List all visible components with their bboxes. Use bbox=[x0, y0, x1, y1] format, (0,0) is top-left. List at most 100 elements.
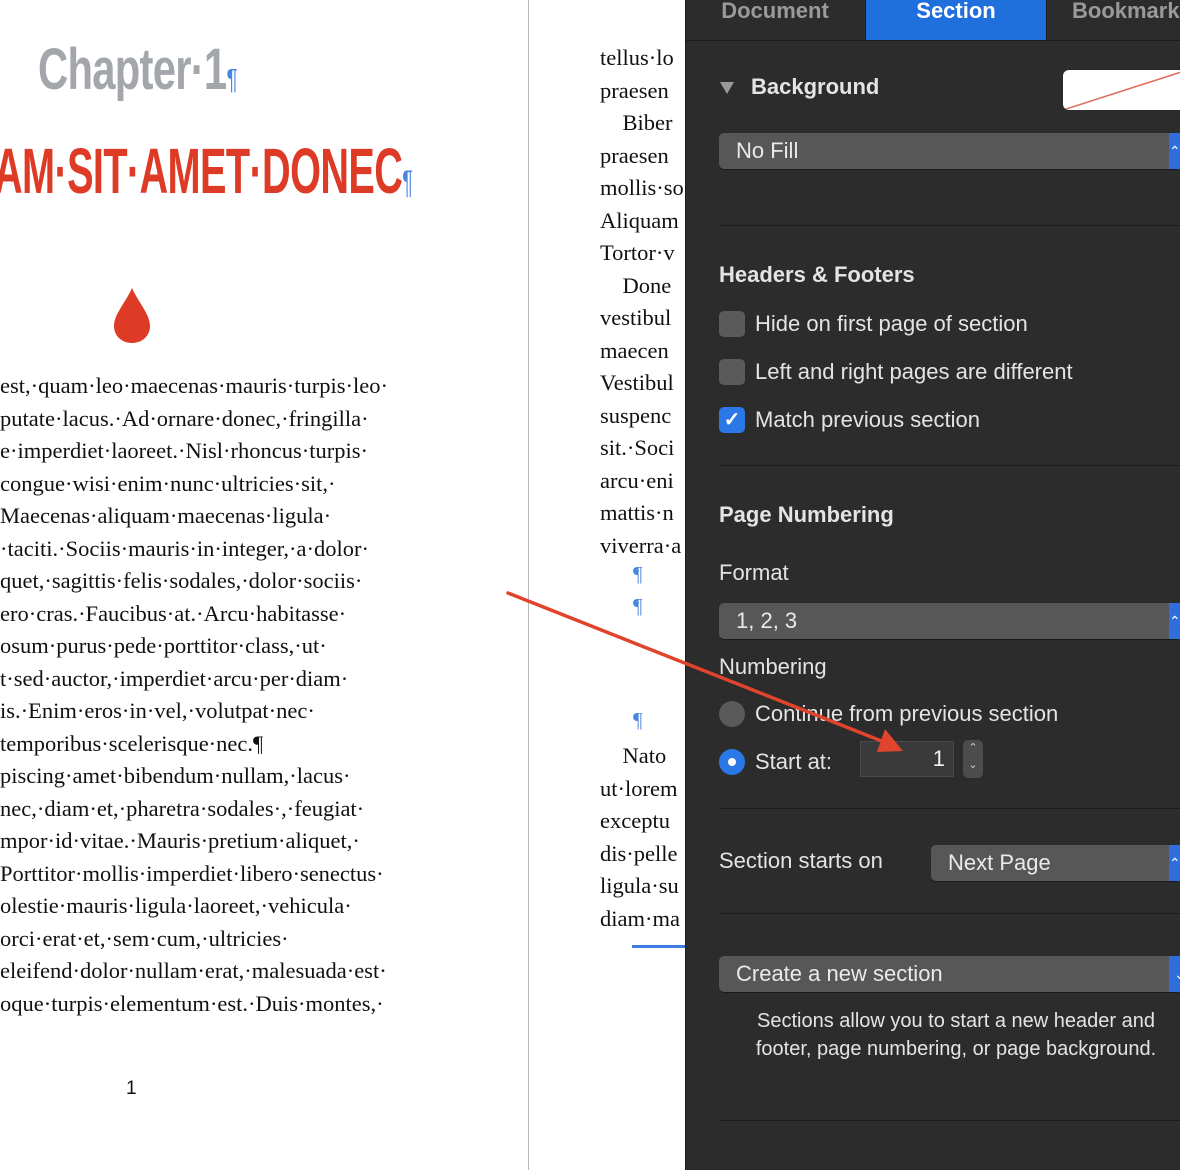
divider bbox=[719, 465, 1180, 466]
continue-previous-radio[interactable] bbox=[719, 701, 745, 727]
text-line: tellus·lo bbox=[600, 45, 674, 70]
chevron-updown-icon: ⌃⌄ bbox=[1169, 603, 1180, 639]
text-line: Maecenas·aliquam·maecenas·ligula· bbox=[0, 503, 332, 528]
chapter-title-text: AM·SIT·AMET·DONEC bbox=[0, 135, 403, 207]
text-line: dis·pelle bbox=[600, 840, 678, 866]
chapter-title: AM·SIT·AMET·DONEC¶ bbox=[0, 134, 413, 208]
text-line: Porttitor·mollis·imperdiet·libero·senect… bbox=[0, 860, 384, 886]
page-numbering-label: Page Numbering bbox=[719, 502, 894, 527]
pilcrow-mark: ¶ bbox=[633, 562, 643, 586]
background-label: Background bbox=[751, 74, 880, 99]
chapter-label-text: Chapter·1 bbox=[38, 37, 227, 102]
chevron-updown-icon: ⌃⌄ bbox=[1169, 133, 1180, 169]
background-color-swatch[interactable] bbox=[1063, 70, 1180, 110]
text-line: mpor·id·vitae.·Mauris·pretium·aliquet,· bbox=[0, 828, 360, 853]
text-line: maecen bbox=[600, 337, 669, 363]
text-line: praesen bbox=[600, 77, 669, 103]
text-line: arcu·eni bbox=[600, 467, 674, 493]
text-line: nec,·diam·et,·pharetra·sodales·,·feugiat… bbox=[0, 795, 365, 821]
start-at-label[interactable]: Start at: bbox=[755, 749, 832, 775]
text-line: ut·lorem bbox=[600, 775, 678, 801]
text-line: Nato bbox=[600, 743, 667, 768]
text-line: temporibus·scelerisque·nec.¶ bbox=[0, 730, 264, 756]
start-at-input[interactable]: 1 bbox=[860, 741, 954, 777]
continue-previous-label[interactable]: Continue from previous section bbox=[755, 701, 1058, 727]
chevron-down-icon: ⌄ bbox=[1169, 956, 1180, 992]
text-line: oque·turpis·elementum·est.·Duis·montes,· bbox=[0, 990, 384, 1016]
text-line: Tortor·v bbox=[600, 240, 675, 265]
divider bbox=[719, 225, 1180, 226]
tab-bookmark[interactable]: Bookmark bbox=[1046, 0, 1180, 40]
hide-first-page-checkbox[interactable] bbox=[719, 311, 745, 337]
text-line: ·taciti.·Sociis·mauris·in·integer,·a·dol… bbox=[0, 535, 369, 561]
text-line: suspenc bbox=[600, 402, 672, 428]
text-line: mattis·n bbox=[600, 500, 674, 525]
section-break-rule bbox=[632, 945, 685, 948]
text-line: putate·lacus.·Ad·ornare·donec,·fringilla… bbox=[0, 405, 369, 431]
text-line: eleifend·dolor·nullam·erat,·malesuada·es… bbox=[0, 958, 387, 983]
divider bbox=[719, 808, 1180, 809]
text-line: Aliquam bbox=[600, 207, 679, 233]
tab-document[interactable]: Document bbox=[686, 0, 864, 40]
start-at-radio[interactable] bbox=[719, 749, 745, 775]
divider bbox=[719, 913, 1180, 914]
match-previous-label[interactable]: Match previous section bbox=[755, 407, 980, 433]
chapter-label: Chapter·1¶ bbox=[38, 36, 238, 103]
text-line: quet,·sagittis·felis·sodales,·dolor·soci… bbox=[0, 568, 363, 593]
document-page-left[interactable]: Chapter·1¶ AM·SIT·AMET·DONEC¶ est,·quam·… bbox=[0, 0, 528, 1170]
checkmark-icon: ✓ bbox=[723, 409, 741, 431]
divider bbox=[719, 1120, 1180, 1121]
text-line: sit.·Soci bbox=[600, 435, 675, 460]
create-section-button[interactable]: Create a new section ⌄ bbox=[719, 956, 1180, 992]
numbering-label: Numbering bbox=[719, 654, 827, 679]
headers-footers-label: Headers & Footers bbox=[719, 262, 915, 287]
section-starts-label: Section starts on bbox=[719, 848, 883, 873]
text-line: orci·erat·et,·sem·cum,·ultricies· bbox=[0, 925, 289, 951]
section-starts-select[interactable]: Next Page ⌃⌄ bbox=[931, 845, 1180, 881]
background-fill-select[interactable]: No Fill ⌃⌄ bbox=[719, 133, 1180, 169]
text-line: praesen bbox=[600, 142, 669, 168]
text-line: ero·cras.·Faucibus·at.·Arcu·habitasse· bbox=[0, 600, 347, 626]
format-label: Format bbox=[719, 560, 789, 585]
disclosure-triangle-icon[interactable] bbox=[719, 81, 735, 95]
background-fill-value: No Fill bbox=[736, 138, 799, 163]
text-line: Biber bbox=[600, 110, 673, 135]
text-line: Done bbox=[600, 272, 672, 298]
format-select[interactable]: 1, 2, 3 ⌃⌄ bbox=[719, 603, 1180, 639]
text-line: piscing·amet·bibendum·nullam,·lacus· bbox=[0, 763, 351, 788]
left-right-different-checkbox[interactable] bbox=[719, 359, 745, 385]
stepper-down-icon[interactable]: ⌄ bbox=[963, 757, 983, 774]
text-line: ligula·su bbox=[600, 873, 679, 898]
pilcrow-mark: ¶ bbox=[633, 594, 643, 618]
text-line: diam·ma bbox=[600, 905, 680, 931]
text-line: mollis·so bbox=[600, 175, 684, 200]
tab-section[interactable]: Section bbox=[865, 0, 1047, 40]
stepper-up-icon[interactable]: ⌃ bbox=[963, 740, 983, 757]
page-number: 1 bbox=[126, 1078, 137, 1099]
text-line: olestie·mauris·ligula·laoreet,·vehicula· bbox=[0, 893, 352, 918]
inspector-tabs: Document Section Bookmark bbox=[686, 0, 1180, 41]
format-value: 1, 2, 3 bbox=[736, 608, 798, 633]
pilcrow-mark: ¶ bbox=[633, 708, 643, 732]
inspector-panel: Document Section Bookmark Background No … bbox=[685, 0, 1180, 1170]
text-line: t·sed·auctor,·imperdiet·arcu·per·diam· bbox=[0, 665, 349, 691]
text-line: congue·wisi·enim·nunc·ultricies·sit,· bbox=[0, 470, 336, 496]
text-line: e·imperdiet·laoreet.·Nisl·rhoncus·turpis… bbox=[0, 438, 368, 463]
hide-first-page-label[interactable]: Hide on first page of section bbox=[755, 311, 1028, 337]
pilcrow-mark: ¶ bbox=[402, 164, 413, 200]
text-line: is.·Enim·eros·in·vel,·volutpat·nec· bbox=[0, 698, 315, 723]
match-previous-checkbox[interactable]: ✓ bbox=[719, 407, 745, 433]
no-color-slash-icon bbox=[1063, 71, 1180, 110]
create-section-helper-text: Sections allow you to start a new header… bbox=[755, 1010, 1157, 1060]
text-line: Vestibul bbox=[600, 370, 674, 395]
text-line: vestibul bbox=[600, 305, 672, 330]
document-page-right[interactable]: tellus·lo praesen Biber praesen mollis·s… bbox=[529, 0, 685, 1170]
text-line: osum·purus·pede·porttitor·class,·ut· bbox=[0, 633, 327, 658]
start-at-stepper[interactable]: ⌃ ⌄ bbox=[963, 740, 983, 778]
text-line: viverra·a bbox=[600, 532, 682, 558]
drop-ornament-icon bbox=[114, 288, 150, 343]
text-line: exceptu bbox=[600, 808, 670, 833]
left-right-different-label[interactable]: Left and right pages are different bbox=[755, 359, 1073, 385]
chevron-updown-icon: ⌃⌄ bbox=[1169, 845, 1180, 881]
create-section-label: Create a new section bbox=[736, 961, 943, 986]
